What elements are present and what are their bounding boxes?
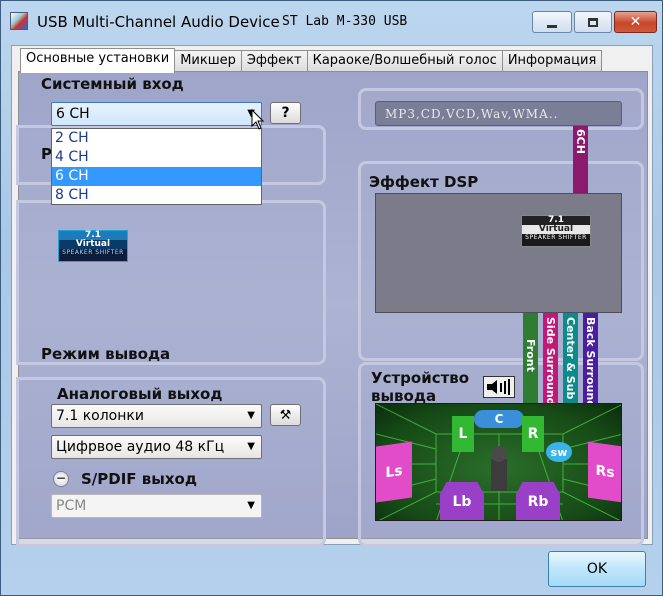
front-label: Front	[524, 339, 537, 372]
chevron-down-icon: ▼	[247, 410, 255, 421]
dsp-effect-heading: Эффект DSP	[369, 173, 479, 191]
app-window: USB Multi-Channel Audio Device ST Lab M-…	[0, 0, 663, 596]
tab-main-settings[interactable]: Основные установки	[20, 48, 176, 73]
back-surround-label: Back Surround	[584, 317, 597, 409]
dropdown-option-2ch[interactable]: 2 CH	[52, 129, 261, 148]
six-ch-label: 6CH	[574, 129, 587, 154]
window-title: USB Multi-Channel Audio Device	[37, 13, 280, 31]
dsp-badge-line3: SPEAKER SHIFTER	[525, 234, 587, 241]
speaker-volume-button[interactable]	[483, 376, 515, 398]
analog-output-select[interactable]: 7.1 колонки ▼	[51, 404, 262, 428]
tab-strip: Основные установки Микшер Эффект Караоке…	[20, 48, 603, 73]
spdif-toggle-icon[interactable]: −	[53, 471, 69, 487]
speaker-right[interactable]: R	[522, 416, 544, 452]
spdif-output-heading: S/PDIF выход	[81, 470, 197, 488]
input-source-display: MP3,CD,VCD,Wav,WMA..	[375, 101, 622, 126]
output-mode-heading: Режим вывода	[41, 345, 171, 363]
badge-line3: SPEAKER SHIFTER	[62, 249, 124, 256]
dropdown-option-8ch[interactable]: 8 CH	[52, 186, 261, 205]
tab-mixer[interactable]: Микшер	[174, 50, 242, 72]
minimize-icon	[547, 24, 557, 28]
system-input-select[interactable]: 6 CH ▼	[51, 102, 262, 126]
dropdown-option-4ch[interactable]: 4 CH	[52, 148, 261, 167]
tab-effect[interactable]: Эффект	[240, 50, 308, 72]
ok-button[interactable]: OK	[548, 551, 646, 587]
tab-karaoke[interactable]: Караоке/Волшебный голос	[306, 50, 503, 72]
dsp-badge-line2: Virtual	[522, 225, 590, 234]
badge-line2: Virtual	[59, 240, 127, 249]
speaker-subwoofer[interactable]: sw	[546, 442, 572, 462]
system-input-dropdown: 2 CH 4 CH 6 CH 8 CH	[51, 128, 262, 205]
speaker-icon	[487, 379, 510, 395]
digital-audio-value: Цифрвое аудио 48 кГц	[56, 439, 225, 455]
side-surround-label: Side Surround	[544, 317, 557, 406]
speaker-center[interactable]: C	[474, 410, 524, 428]
system-input-value: 6 CH	[56, 106, 90, 122]
digital-audio-select[interactable]: Цифрвое аудио 48 кГц ▼	[51, 435, 262, 459]
chevron-down-icon: ▼	[247, 500, 255, 511]
device-model: ST Lab M-330 USB	[282, 14, 408, 29]
panel-frame	[16, 200, 326, 365]
spdif-format-value: PCM	[56, 498, 87, 514]
app-icon	[10, 12, 28, 30]
output-device-heading-line1: Устройство	[371, 369, 470, 387]
dsp-effect-display	[375, 193, 622, 313]
virtual-speaker-shifter-button[interactable]: 7.1 Virtual SPEAKER SHIFTER	[58, 230, 128, 262]
speaker-test-button[interactable]: ⚒	[270, 404, 301, 426]
speaker-left-surround[interactable]: Ls	[376, 441, 412, 503]
minimize-button[interactable]	[532, 11, 572, 33]
chevron-down-icon: ▼	[247, 441, 255, 452]
close-icon: ✕	[629, 14, 642, 30]
speaker-room-display: C L R sw Ls Rs Lb Rb	[375, 403, 622, 521]
analog-output-value: 7.1 колонки	[56, 408, 144, 424]
maximize-button[interactable]	[574, 11, 612, 33]
speaker-left[interactable]: L	[452, 416, 474, 452]
close-button[interactable]: ✕	[614, 11, 657, 33]
center-sub-label: Center & Sub	[564, 317, 577, 400]
system-input-heading: Системный вход	[41, 75, 184, 93]
spdif-format-select[interactable]: PCM ▼	[51, 494, 262, 518]
title-bar: USB Multi-Channel Audio Device ST Lab M-…	[1, 1, 662, 45]
dsp-virtual-badge: 7.1 Virtual SPEAKER SHIFTER	[521, 215, 591, 247]
dropdown-option-6ch[interactable]: 6 CH	[52, 167, 261, 186]
speaker-right-back[interactable]: Rb	[516, 482, 560, 520]
speaker-right-surround[interactable]: Rs	[588, 441, 621, 503]
help-button[interactable]: ?	[270, 102, 301, 124]
tab-information[interactable]: Информация	[501, 50, 603, 72]
mouse-cursor-icon	[251, 109, 265, 130]
speaker-left-back[interactable]: Lb	[440, 482, 484, 520]
maximize-icon	[588, 17, 598, 27]
hammer-icon: ⚒	[279, 408, 292, 423]
analog-output-heading: Аналоговый выход	[57, 385, 223, 403]
